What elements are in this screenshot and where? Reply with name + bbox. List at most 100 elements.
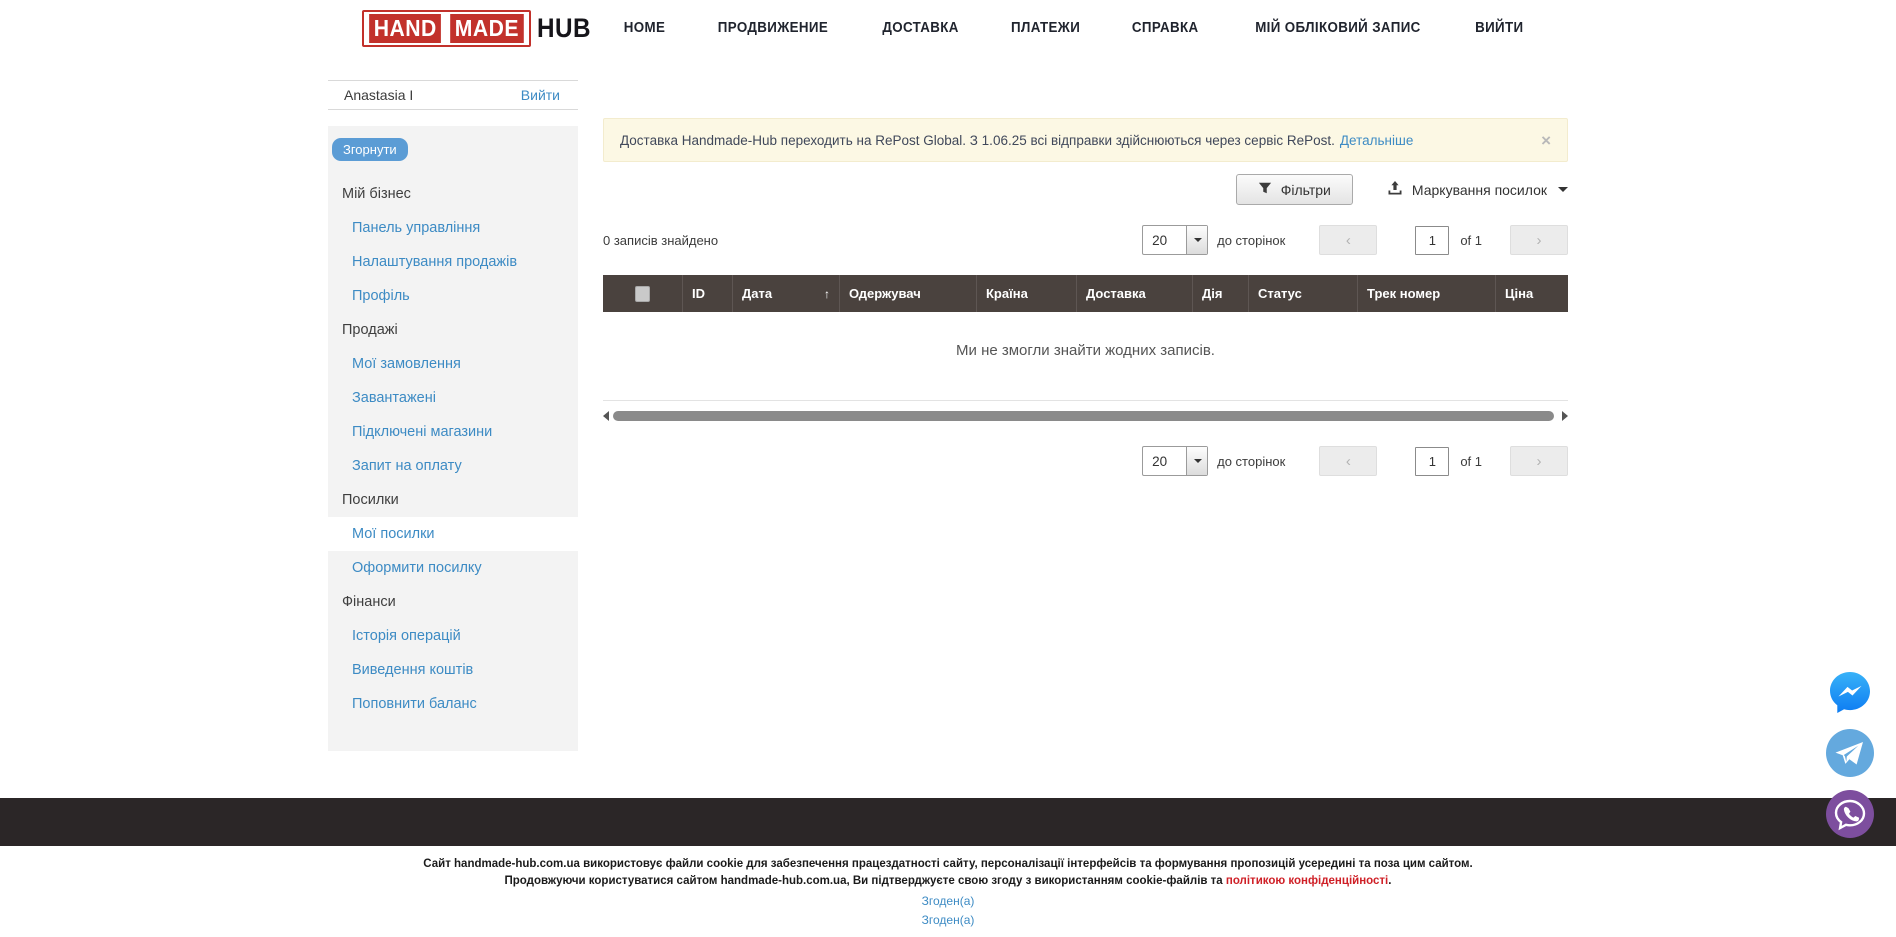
logout-link[interactable]: Вийти	[521, 87, 560, 103]
sidebar-section-parcels: Посилки	[328, 483, 578, 517]
content-area: Anastasia I Вийти Згорнути Мій бізнес Па…	[328, 56, 1568, 751]
sidebar-item-my-parcels[interactable]: Мої посилки	[328, 517, 578, 551]
scroll-right-icon[interactable]	[1562, 411, 1568, 421]
sidebar-panel: Згорнути Мій бізнес Панель управління На…	[328, 126, 578, 751]
sidebar-menu: Мій бізнес Панель управління Налаштуванн…	[328, 177, 578, 721]
column-price[interactable]: Ціна	[1495, 275, 1568, 312]
funnel-icon	[1258, 181, 1272, 198]
sidebar-item-create-parcel[interactable]: Оформити посилку	[328, 551, 578, 585]
pagination-bottom-row: 20 до сторінок ‹ of 1 ›	[603, 446, 1568, 476]
top-header: HAND MADE HUB HOME ПРОДВИЖЕНИЕ ДОСТАВКА …	[0, 0, 1896, 56]
banner-close-icon[interactable]: ×	[1541, 132, 1551, 149]
user-name: Anastasia I	[344, 87, 413, 103]
cookie-notice: Сайт handmade-hub.com.ua використовує фа…	[0, 856, 1896, 928]
cookie-notice-line1: Сайт handmade-hub.com.ua використовує фа…	[0, 856, 1896, 873]
sidebar: Anastasia I Вийти Згорнути Мій бізнес Па…	[328, 56, 578, 751]
horizontal-scrollbar	[603, 409, 1568, 423]
scrollbar-track[interactable]	[613, 411, 1558, 421]
nav-home[interactable]: HOME	[624, 20, 666, 36]
table-empty-state: Ми не змогли знайти жодних записів.	[603, 312, 1568, 401]
select-caret-icon	[1186, 226, 1207, 254]
prev-page-button[interactable]: ‹	[1319, 225, 1377, 255]
column-action[interactable]: Дія	[1192, 275, 1248, 312]
scrollbar-thumb[interactable]	[613, 411, 1554, 421]
sidebar-item-payment-request[interactable]: Запит на оплату	[328, 449, 578, 483]
cookie-agree-link-1[interactable]: Згоден(а)	[0, 893, 1896, 909]
chevron-down-icon	[1558, 187, 1568, 192]
table-header-checkbox-cell	[603, 275, 682, 312]
user-panel: Anastasia I Вийти	[328, 80, 578, 110]
viber-icon[interactable]	[1826, 790, 1874, 838]
collapse-sidebar-button[interactable]: Згорнути	[332, 138, 408, 161]
column-id[interactable]: ID	[682, 275, 732, 312]
upload-icon	[1387, 180, 1403, 199]
social-buttons	[1826, 668, 1874, 838]
select-all-checkbox[interactable]	[635, 286, 650, 302]
main-nav: HOME ПРОДВИЖЕНИЕ ДОСТАВКА ПЛАТЕЖИ СПРАВК…	[622, 20, 1568, 36]
column-date[interactable]: Дата ↑	[732, 275, 839, 312]
main-content: Доставка Handmade-Hub переходить на RePo…	[603, 118, 1568, 751]
scroll-left-icon[interactable]	[603, 411, 609, 421]
nav-logout[interactable]: ВИЙТИ	[1475, 20, 1523, 36]
sidebar-item-connected-shops[interactable]: Підключені магазини	[328, 415, 578, 449]
sidebar-item-top-up-balance[interactable]: Поповнити баланс	[328, 687, 578, 721]
sidebar-item-transaction-history[interactable]: Історія операцій	[328, 619, 578, 653]
per-page-select[interactable]: 20	[1142, 225, 1208, 255]
sidebar-item-uploaded[interactable]: Завантажені	[328, 381, 578, 415]
page-of-label-bottom: of 1	[1460, 454, 1482, 469]
pagination-top: 20 до сторінок ‹ of 1 ›	[1142, 225, 1568, 255]
page: HAND MADE HUB HOME ПРОДВИЖЕНИЕ ДОСТАВКА …	[0, 0, 1896, 937]
site-logo[interactable]: HAND MADE HUB	[362, 10, 594, 47]
parcel-marking-dropdown[interactable]: Маркування посилок	[1387, 180, 1568, 199]
column-track-number[interactable]: Трек номер	[1357, 275, 1495, 312]
cookie-agree-link-2[interactable]: Згоден(а)	[0, 912, 1896, 928]
per-page-label-bottom: до сторінок	[1217, 454, 1285, 469]
prev-page-button-bottom[interactable]: ‹	[1319, 446, 1377, 476]
nav-promotion[interactable]: ПРОДВИЖЕНИЕ	[718, 20, 828, 36]
empty-message: Ми не змогли знайти жодних записів.	[956, 342, 1215, 359]
column-country[interactable]: Країна	[976, 275, 1076, 312]
banner-text: Доставка Handmade-Hub переходить на RePo…	[620, 133, 1335, 148]
logo-made: MADE	[451, 14, 524, 43]
nav-payments[interactable]: ПЛАТЕЖИ	[1011, 20, 1080, 36]
logo-hand: HAND	[369, 14, 441, 43]
chevron-right-icon-bottom: ›	[1537, 453, 1542, 470]
select-caret-icon-bottom	[1186, 447, 1207, 475]
sort-asc-icon[interactable]: ↑	[818, 287, 830, 301]
page-of-label: of 1	[1460, 233, 1482, 248]
next-page-button[interactable]: ›	[1510, 225, 1568, 255]
sidebar-item-withdraw-funds[interactable]: Виведення коштів	[328, 653, 578, 687]
messenger-icon[interactable]	[1826, 668, 1874, 716]
telegram-icon[interactable]	[1826, 729, 1874, 777]
sidebar-item-profile[interactable]: Профіль	[328, 279, 578, 313]
table-header: ID Дата ↑ Одержувач Країна Доставка Дія …	[603, 275, 1568, 312]
sidebar-item-dashboard[interactable]: Панель управління	[328, 211, 578, 245]
per-page-select-bottom[interactable]: 20	[1142, 446, 1208, 476]
records-count: 0 записів знайдено	[603, 233, 718, 248]
sidebar-item-my-orders[interactable]: Мої замовлення	[328, 347, 578, 381]
page-number-input[interactable]	[1415, 226, 1449, 255]
filters-button-label: Фільтри	[1281, 182, 1331, 198]
page-number-input-bottom[interactable]	[1415, 447, 1449, 476]
column-delivery[interactable]: Доставка	[1076, 275, 1192, 312]
next-page-button-bottom[interactable]: ›	[1510, 446, 1568, 476]
nav-help[interactable]: СПРАВКА	[1132, 20, 1199, 36]
per-page-value-bottom: 20	[1143, 447, 1186, 475]
sidebar-item-sales-settings[interactable]: Налаштування продажів	[328, 245, 578, 279]
chevron-right-icon: ›	[1537, 232, 1542, 249]
banner-details-link[interactable]: Детальніше	[1340, 133, 1413, 148]
footer-dark-bar	[0, 798, 1896, 846]
nav-my-account[interactable]: МІЙ ОБЛІКОВИЙ ЗАПИС	[1255, 20, 1420, 36]
privacy-policy-link[interactable]: політикою конфіденційності	[1226, 875, 1388, 887]
column-recipient[interactable]: Одержувач	[839, 275, 976, 312]
results-row: 0 записів знайдено 20 до сторінок ‹ of 1…	[603, 225, 1568, 255]
nav-delivery[interactable]: ДОСТАВКА	[882, 20, 958, 36]
column-status[interactable]: Статус	[1248, 275, 1357, 312]
per-page-label: до сторінок	[1217, 233, 1285, 248]
cookie-notice-line2: Продовжуючи користуватися сайтом handmad…	[0, 873, 1896, 890]
filters-button[interactable]: Фільтри	[1236, 174, 1353, 205]
toolbar: Фільтри Маркування посилок	[603, 174, 1568, 205]
sidebar-section-my-business: Мій бізнес	[328, 177, 578, 211]
per-page-value: 20	[1143, 226, 1186, 254]
sidebar-section-sales: Продажі	[328, 313, 578, 347]
